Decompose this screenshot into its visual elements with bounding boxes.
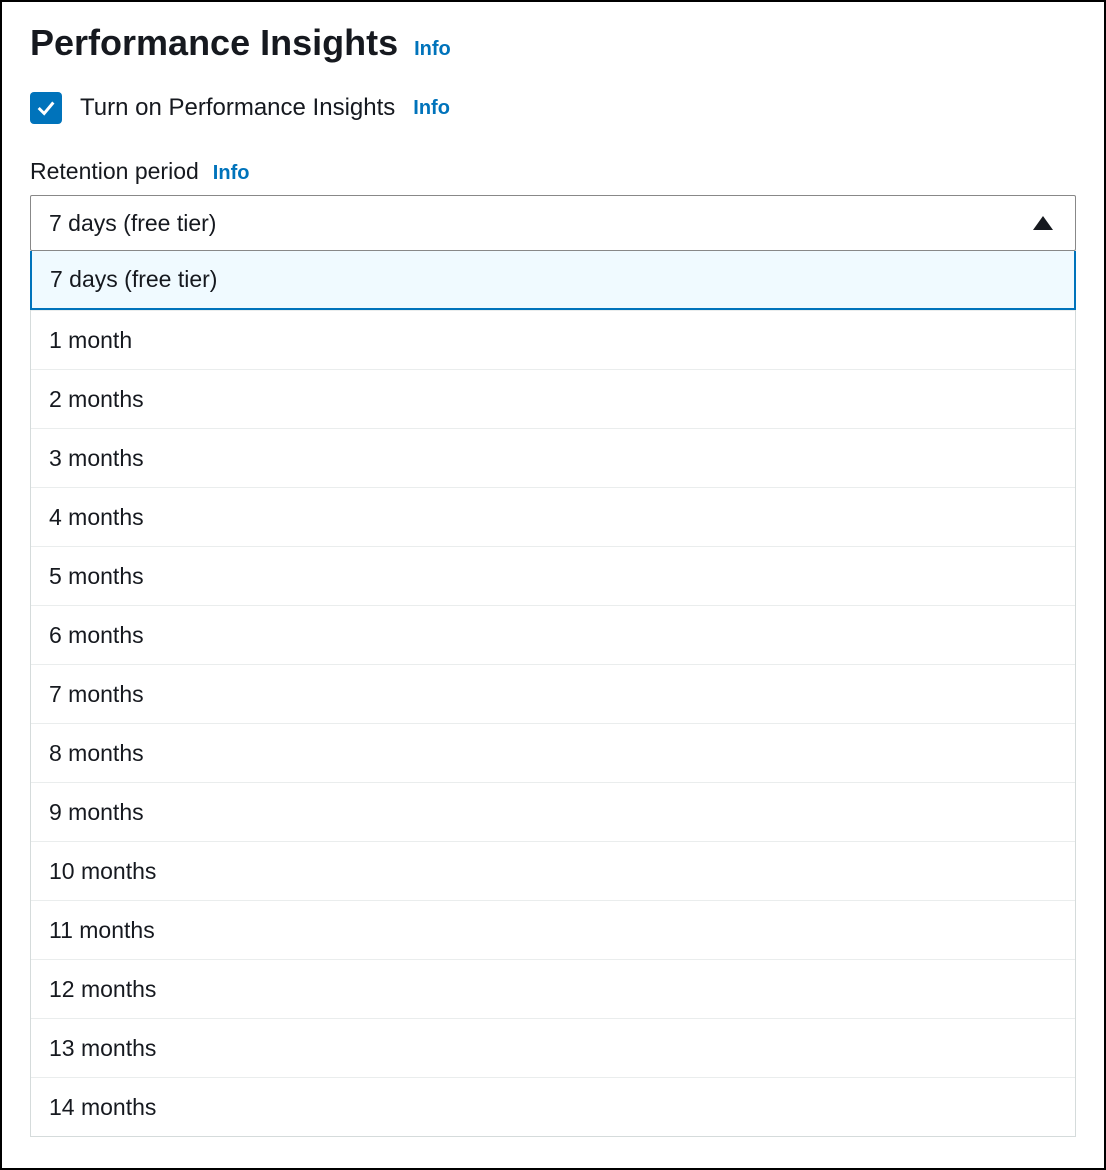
retention-label: Retention period	[30, 158, 199, 185]
retention-option[interactable]: 14 months	[31, 1077, 1075, 1136]
retention-option[interactable]: 4 months	[31, 487, 1075, 546]
enable-checkbox-label: Turn on Performance Insights	[80, 94, 395, 122]
performance-insights-panel: Performance Insights Info Turn on Perfor…	[0, 0, 1106, 1170]
section-info-link[interactable]: Info	[414, 38, 451, 61]
caret-up-icon	[1033, 216, 1053, 230]
retention-option[interactable]: 5 months	[31, 546, 1075, 605]
retention-option[interactable]: 8 months	[31, 723, 1075, 782]
check-icon	[35, 97, 57, 119]
retention-option[interactable]: 1 month	[31, 310, 1075, 369]
retention-dropdown: 7 days (free tier)1 month2 months3 month…	[30, 251, 1076, 1137]
retention-option[interactable]: 3 months	[31, 428, 1075, 487]
retention-select-value: 7 days (free tier)	[49, 210, 216, 237]
retention-option[interactable]: 7 days (free tier)	[30, 251, 1076, 310]
retention-option[interactable]: 11 months	[31, 900, 1075, 959]
retention-option[interactable]: 7 months	[31, 664, 1075, 723]
retention-option[interactable]: 2 months	[31, 369, 1075, 428]
retention-option[interactable]: 10 months	[31, 841, 1075, 900]
section-title: Performance Insights	[30, 22, 398, 64]
retention-info-link[interactable]: Info	[213, 162, 250, 185]
retention-label-row: Retention period Info	[30, 158, 1076, 185]
retention-option[interactable]: 13 months	[31, 1018, 1075, 1077]
retention-option[interactable]: 9 months	[31, 782, 1075, 841]
enable-checkbox[interactable]	[30, 92, 62, 124]
retention-option[interactable]: 12 months	[31, 959, 1075, 1018]
retention-option[interactable]: 6 months	[31, 605, 1075, 664]
retention-select[interactable]: 7 days (free tier)	[30, 195, 1076, 251]
enable-info-link[interactable]: Info	[413, 97, 450, 120]
enable-toggle-row: Turn on Performance Insights Info	[30, 92, 1076, 124]
section-heading-row: Performance Insights Info	[30, 22, 1076, 64]
